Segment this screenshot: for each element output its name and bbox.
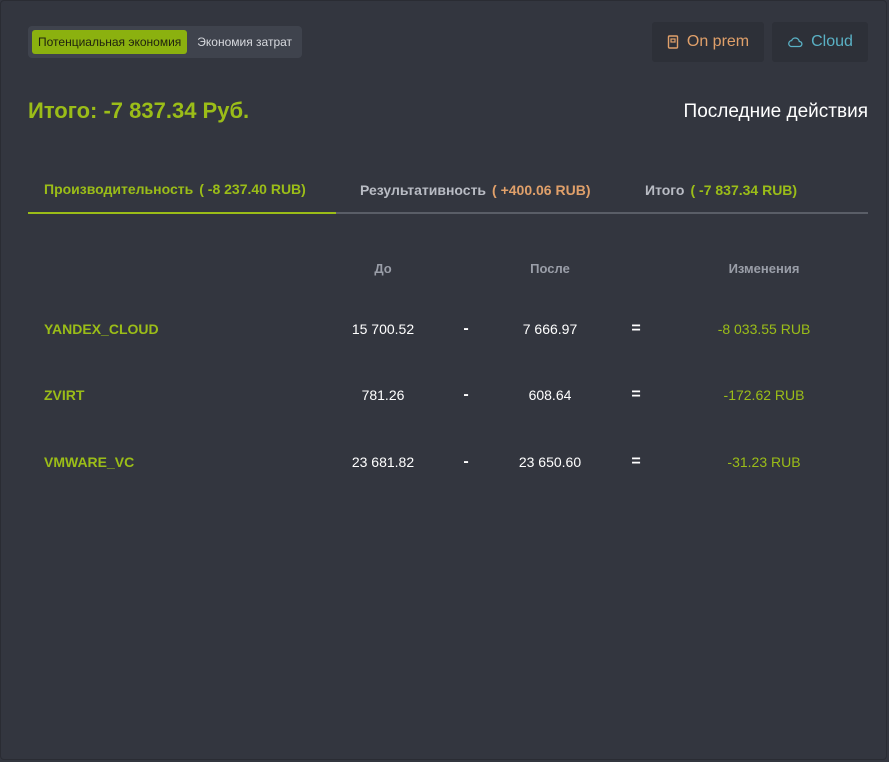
row-before-value: 781.26 (361, 387, 405, 403)
minus-sign: - (463, 320, 469, 337)
recent-actions-link[interactable]: Последние действия (684, 101, 868, 123)
row-before-value: 15 700.52 (351, 321, 415, 337)
tab-performance-label: Производительность (44, 181, 194, 197)
row-name: ZVIRT (44, 387, 85, 403)
cloud-icon (787, 36, 803, 48)
mode-potential-savings-button[interactable]: Потенциальная экономия (32, 30, 188, 54)
tab-performance-value: ( -8 237.40 RUB) (199, 181, 306, 197)
row-after-value: 608.64 (528, 387, 572, 403)
on-prem-label: On prem (686, 33, 750, 50)
server-icon (667, 35, 679, 49)
metrics-tabs: Производительность ( -8 237.40 RUB) Резу… (28, 166, 868, 214)
tab-performance[interactable]: Производительность ( -8 237.40 RUB) (28, 166, 336, 214)
row-change-value: -172.62 RUB (723, 387, 805, 403)
row-change-value: -31.23 RUB (727, 454, 801, 470)
row-name: YANDEX_CLOUD (44, 321, 159, 337)
minus-sign: - (463, 453, 469, 470)
tab-effectiveness-label: Результативность (360, 182, 487, 198)
row-name: VMWARE_VC (44, 454, 135, 470)
on-prem-button[interactable]: On prem (652, 22, 764, 62)
cloud-label: Cloud (811, 33, 853, 50)
column-header-after: После (530, 261, 570, 276)
total-savings-title: Итого: -7 837.34 Руб. (28, 98, 250, 123)
minus-sign: - (463, 386, 469, 403)
equals-sign: = (631, 453, 641, 470)
savings-mode-toggle: Потенциальная экономия Экономия затрат (28, 26, 303, 58)
equals-sign: = (631, 320, 641, 337)
tab-total-label: Итого (645, 182, 685, 198)
tab-total[interactable]: Итого ( -7 837.34 RUB) (645, 166, 797, 214)
equals-sign: = (631, 386, 641, 403)
row-change-value: -8 033.55 RUB (717, 321, 811, 337)
cloud-button[interactable]: Cloud (772, 22, 868, 62)
row-before-value: 23 681.82 (351, 454, 415, 470)
row-after-value: 7 666.97 (522, 321, 578, 337)
tab-total-value: ( -7 837.34 RUB) (690, 182, 798, 198)
tab-effectiveness[interactable]: Результативность ( +400.06 RUB) (360, 166, 590, 214)
mode-cost-savings-button[interactable]: Экономия затрат (191, 30, 298, 54)
row-after-value: 23 650.60 (518, 454, 582, 470)
column-header-change: Изменения (728, 261, 800, 276)
tab-effectiveness-value: ( +400.06 RUB) (492, 182, 591, 198)
column-header-before: До (374, 261, 392, 276)
